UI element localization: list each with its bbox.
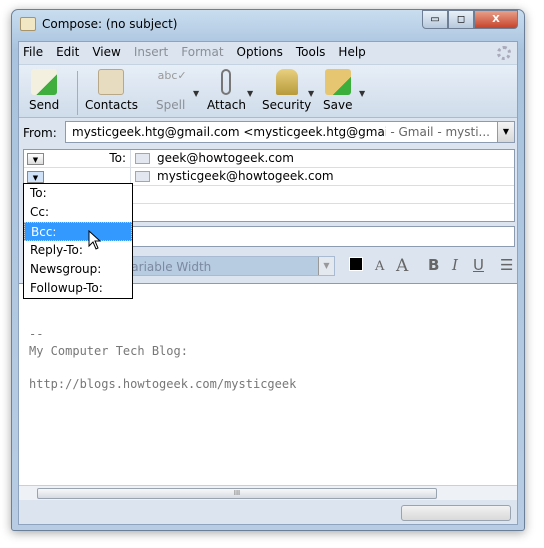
smaller-text-button[interactable]: A bbox=[375, 259, 384, 274]
menu-bar: File Edit View Insert Format Options Too… bbox=[23, 45, 366, 59]
save-folder-icon bbox=[324, 69, 351, 95]
from-select[interactable]: mysticgeek.htg@gmail.com <mysticgeek.htg… bbox=[65, 121, 515, 143]
contact-card-icon bbox=[135, 153, 150, 164]
bullet-list-icon[interactable]: ☰ bbox=[500, 256, 513, 274]
progress-bar bbox=[401, 505, 511, 521]
contacts-label: Contacts bbox=[85, 98, 138, 112]
larger-text-button[interactable]: A bbox=[396, 256, 408, 276]
security-button[interactable]: Security bbox=[262, 69, 311, 112]
compose-app-icon bbox=[20, 17, 36, 31]
from-label: From: bbox=[23, 126, 57, 140]
recipient-type-menu: To: Cc: Bcc: Reply-To: Newsgroup: Follow… bbox=[23, 183, 133, 299]
spell-dropdown-arrow[interactable]: ▼ bbox=[193, 89, 199, 98]
padlock-icon bbox=[275, 69, 298, 95]
underline-button[interactable]: U bbox=[473, 256, 484, 274]
menu-options[interactable]: Options bbox=[237, 45, 283, 59]
menu-format[interactable]: Format bbox=[181, 45, 223, 59]
contact-card-icon bbox=[135, 171, 150, 182]
spell-label: Spell bbox=[156, 98, 186, 112]
menu-help[interactable]: Help bbox=[338, 45, 365, 59]
menu-option-cc[interactable]: Cc: bbox=[24, 203, 132, 222]
recipient-address[interactable]: geek@howtogeek.com bbox=[157, 151, 294, 165]
toolbar-separator bbox=[77, 71, 78, 115]
contacts-button[interactable]: Contacts bbox=[85, 69, 138, 112]
italic-button[interactable]: I bbox=[452, 256, 458, 274]
status-bar bbox=[19, 502, 517, 524]
send-button[interactable]: Send bbox=[29, 69, 59, 112]
send-label: Send bbox=[29, 98, 60, 112]
attach-button[interactable]: Attach bbox=[207, 69, 246, 112]
menu-file[interactable]: File bbox=[23, 45, 43, 59]
recipient-address[interactable]: mysticgeek@howtogeek.com bbox=[157, 169, 334, 183]
spell-button[interactable]: abc✓ Spell bbox=[156, 69, 187, 112]
font-select[interactable]: Variable Width ▼ bbox=[115, 256, 335, 276]
activity-throbber-icon bbox=[497, 46, 511, 60]
attach-dropdown-arrow[interactable]: ▼ bbox=[247, 89, 253, 98]
title-bar: Compose: (no subject) bbox=[20, 17, 177, 31]
scrollbar-thumb[interactable]: III bbox=[37, 488, 437, 499]
menu-view[interactable]: View bbox=[92, 45, 120, 59]
font-value: Variable Width bbox=[124, 260, 212, 274]
send-icon bbox=[31, 69, 58, 95]
menu-insert[interactable]: Insert bbox=[134, 45, 168, 59]
paperclip-icon bbox=[221, 69, 232, 95]
chevron-down-icon[interactable]: ▼ bbox=[318, 257, 334, 275]
recipient-type-label: To: bbox=[109, 151, 126, 165]
menu-edit[interactable]: Edit bbox=[56, 45, 79, 59]
main-toolbar: Send Contacts abc✓ Spell ▼ Attach ▼ Secur… bbox=[19, 64, 517, 118]
window-title: Compose: (no subject) bbox=[42, 17, 178, 31]
menu-option-newsgroup[interactable]: Newsgroup: bbox=[24, 260, 132, 279]
recipient-row: ▼ To: geek@howtogeek.com bbox=[24, 150, 514, 168]
maximize-button[interactable]: ◻ bbox=[448, 10, 474, 29]
menu-option-followup-to[interactable]: Followup-To: bbox=[24, 279, 132, 298]
close-button[interactable]: X bbox=[474, 10, 518, 29]
recipient-type-select[interactable]: ▼ To: bbox=[24, 150, 131, 168]
attach-label: Attach bbox=[207, 98, 246, 112]
security-dropdown-arrow[interactable]: ▼ bbox=[308, 89, 314, 98]
save-dropdown-arrow[interactable]: ▼ bbox=[359, 89, 365, 98]
chevron-down-icon[interactable]: ▼ bbox=[497, 122, 514, 142]
save-button[interactable]: Save bbox=[323, 69, 352, 112]
menu-tools[interactable]: Tools bbox=[296, 45, 326, 59]
bold-button[interactable]: B bbox=[428, 256, 439, 274]
subject-input[interactable] bbox=[129, 226, 515, 247]
from-account: - Gmail - mysti... bbox=[386, 122, 490, 142]
menu-option-to[interactable]: To: bbox=[24, 184, 132, 203]
from-value: mysticgeek.htg@gmail.com <mysticgeek.htg… bbox=[72, 125, 421, 139]
chevron-down-icon[interactable]: ▼ bbox=[27, 171, 44, 183]
text-color-button[interactable] bbox=[349, 257, 363, 271]
mouse-cursor-icon bbox=[88, 230, 102, 250]
horizontal-scrollbar[interactable]: III bbox=[19, 485, 517, 500]
message-body[interactable]: -- My Computer Tech Blog: http://blogs.h… bbox=[19, 283, 517, 485]
address-book-icon bbox=[98, 69, 125, 95]
spellcheck-icon: abc✓ bbox=[157, 69, 187, 82]
menu-option-bcc[interactable]: Bcc: bbox=[24, 222, 132, 241]
menu-option-reply-to[interactable]: Reply-To: bbox=[24, 241, 132, 260]
chevron-down-icon[interactable]: ▼ bbox=[27, 153, 44, 165]
security-label: Security bbox=[262, 98, 312, 112]
minimize-button[interactable]: ▭ bbox=[422, 10, 448, 29]
save-label: Save bbox=[323, 98, 353, 112]
